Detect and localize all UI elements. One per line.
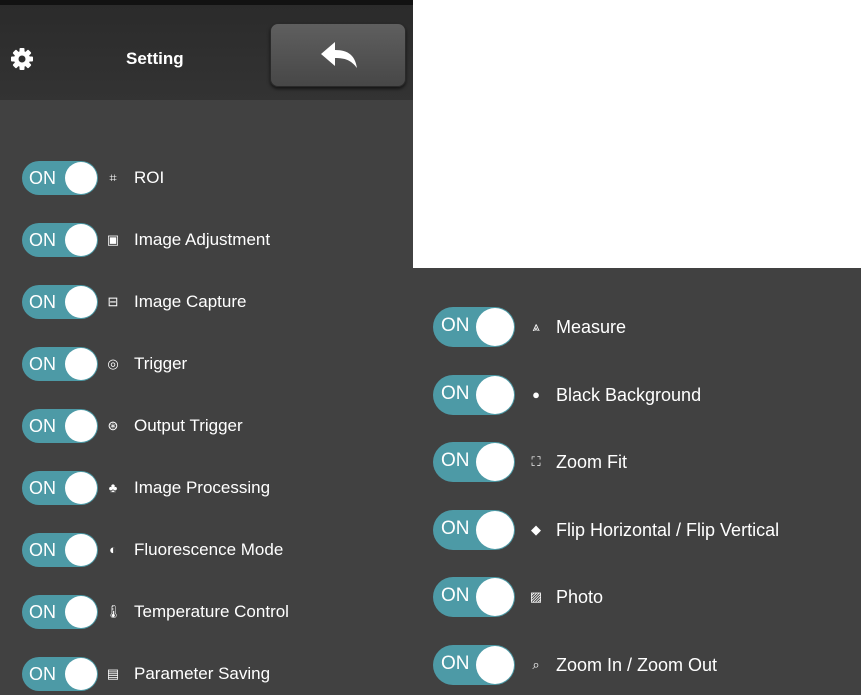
- settings-panel: Setting ON ⌗ ROI ON ▣ Image Adjustment ON ⊟ Imag…: [0, 0, 413, 695]
- gear-icon[interactable]: [8, 45, 36, 73]
- thermometer-icon: 🌡: [105, 604, 122, 619]
- back-arrow-icon: [321, 42, 357, 68]
- setting-label: Zoom In / Zoom Out: [556, 654, 718, 675]
- back-button[interactable]: [270, 23, 406, 87]
- toggle-switch[interactable]: ON: [22, 223, 98, 257]
- trigger-icon: ◎: [107, 356, 119, 371]
- toggle-knob: [65, 410, 97, 442]
- toggle-switch[interactable]: ON: [22, 285, 98, 319]
- toggle-state-label: ON: [29, 664, 56, 684]
- person-icon: ●: [532, 386, 540, 402]
- toggle-state-label: ON: [441, 652, 470, 674]
- toggle-switch[interactable]: ON: [22, 347, 98, 381]
- toggle-knob: [476, 375, 514, 414]
- toggle-switch[interactable]: ON: [22, 595, 98, 629]
- toggle-state-label: ON: [29, 230, 56, 250]
- toggle-state-label: ON: [441, 315, 470, 336]
- toggle-state-label: ON: [29, 416, 56, 436]
- toggle-state-label: ON: [29, 478, 56, 498]
- setting-label: ROI: [134, 168, 165, 187]
- toggle-knob: [65, 596, 97, 628]
- capture-icon: ⊟: [107, 294, 119, 309]
- setting-label: Temperature Control: [134, 602, 289, 621]
- toggle-switch[interactable]: ON: [433, 307, 515, 347]
- toggle-knob: [65, 224, 97, 256]
- zoom-fit-icon: ⛶: [531, 454, 541, 469]
- toggle-state-label: ON: [441, 585, 470, 606]
- toggle-knob: [476, 443, 514, 481]
- setting-label: Flip Horizontal / Flip Vertical: [556, 519, 780, 540]
- zoom-icon: ⌕: [532, 656, 540, 672]
- toggle-knob: [476, 645, 514, 684]
- setting-label: Measure: [556, 317, 627, 337]
- header-bar: Setting: [0, 0, 413, 100]
- toggle-state-label: ON: [29, 292, 56, 312]
- toggle-switch[interactable]: ON: [22, 533, 98, 567]
- setting-label: Trigger: [134, 354, 188, 373]
- toggle-state-label: ON: [29, 354, 56, 374]
- fluorescence-icon: ◐: [109, 542, 117, 557]
- toggle-knob: [476, 578, 514, 616]
- toggle-switch[interactable]: ON: [433, 374, 515, 415]
- setting-label: Image Adjustment: [134, 230, 271, 249]
- crop-icon: ⌗: [109, 170, 117, 185]
- toggle-knob: [476, 308, 514, 346]
- setting-label: Zoom Fit: [556, 452, 628, 472]
- toggle-switch[interactable]: ON: [22, 161, 98, 195]
- toggle-switch[interactable]: ON: [433, 442, 515, 482]
- toggle-switch[interactable]: ON: [22, 471, 98, 505]
- setting-label: Parameter Saving: [134, 664, 271, 683]
- toggle-state-label: ON: [441, 382, 470, 404]
- toggle-switch[interactable]: ON: [433, 509, 515, 550]
- toggle-state-label: ON: [29, 602, 56, 622]
- processing-icon: ♣: [108, 480, 118, 495]
- toggle-switch[interactable]: ON: [433, 644, 515, 685]
- toggle-knob: [65, 348, 97, 380]
- toggle-knob: [65, 286, 97, 318]
- setting-label: Black Background: [556, 384, 702, 405]
- toggle-switch[interactable]: ON: [22, 657, 98, 691]
- measure-icon: ⩓: [532, 319, 540, 334]
- setting-label: Output Trigger: [134, 416, 243, 435]
- setting-label: Image Processing: [134, 478, 271, 497]
- toggle-switch[interactable]: ON: [22, 409, 98, 443]
- setting-label: Photo: [556, 587, 604, 607]
- toggle-knob: [65, 472, 97, 504]
- toggle-state-label: ON: [29, 540, 56, 560]
- output-trigger-icon: ⊛: [107, 418, 119, 433]
- toggle-knob: [65, 162, 97, 194]
- save-parameter-icon: ▤: [106, 666, 120, 681]
- toggle-switch[interactable]: ON: [433, 577, 515, 617]
- settings-panel-right: ON ⩓ Measure ON ● Black Background ON ⛶ Zoom Fit…: [413, 268, 861, 695]
- toggle-knob: [65, 658, 97, 690]
- toggle-state-label: ON: [29, 168, 56, 188]
- photo-icon: ▨: [529, 589, 543, 604]
- toggle-state-label: ON: [441, 450, 470, 471]
- setting-label: Image Capture: [134, 292, 247, 311]
- flip-icon: ◆: [531, 521, 541, 537]
- toggle-knob: [65, 534, 97, 566]
- toggle-state-label: ON: [441, 517, 470, 539]
- toggle-knob: [476, 510, 514, 549]
- page-title: Setting: [126, 49, 184, 68]
- image-adjust-icon: ▣: [106, 232, 120, 247]
- setting-label: Fluorescence Mode: [134, 540, 284, 559]
